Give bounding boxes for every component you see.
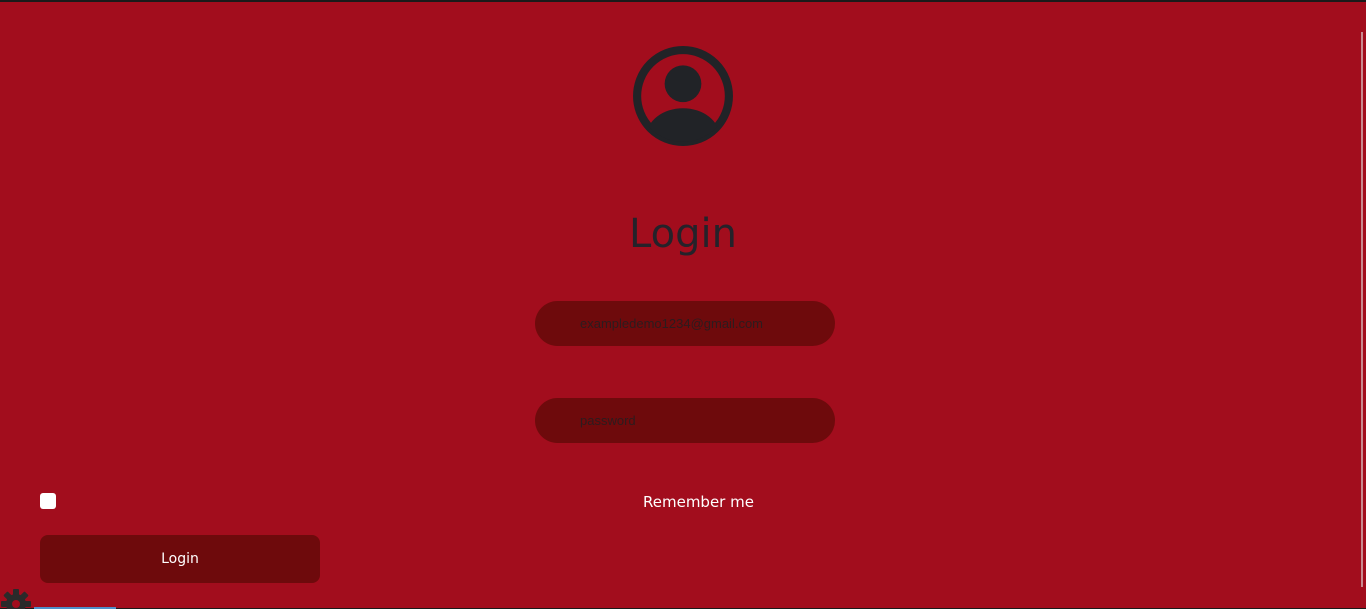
vertical-scrollbar[interactable] bbox=[1361, 32, 1363, 587]
user-avatar-svg bbox=[633, 46, 733, 146]
password-field-wrapper bbox=[535, 398, 835, 443]
email-field-wrapper bbox=[535, 301, 835, 346]
login-title: Login bbox=[629, 211, 737, 257]
password-field[interactable] bbox=[580, 413, 835, 428]
user-avatar-icon bbox=[632, 45, 734, 147]
gear-icon[interactable] bbox=[0, 588, 32, 609]
gear-svg bbox=[1, 589, 31, 609]
remember-me-label: Remember me bbox=[643, 493, 754, 511]
login-button[interactable]: Login bbox=[40, 535, 320, 583]
email-field[interactable] bbox=[580, 316, 835, 331]
remember-me-checkbox[interactable] bbox=[40, 493, 56, 509]
